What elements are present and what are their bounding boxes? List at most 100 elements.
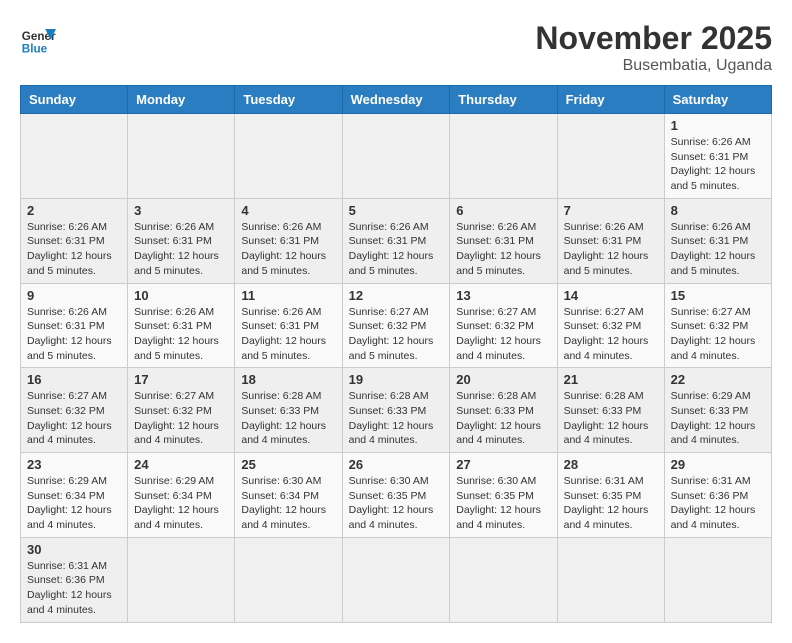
day-info: Sunrise: 6:27 AMSunset: 6:32 PMDaylight:… xyxy=(456,305,550,364)
day-info: Sunrise: 6:26 AMSunset: 6:31 PMDaylight:… xyxy=(27,220,121,279)
calendar-week-row: 2 Sunrise: 6:26 AMSunset: 6:31 PMDaylight… xyxy=(21,198,772,283)
weekday-header-monday: Monday xyxy=(128,86,235,114)
calendar-cell xyxy=(235,114,342,199)
day-number: 5 xyxy=(349,203,444,218)
day-info: Sunrise: 6:31 AMSunset: 6:36 PMDaylight:… xyxy=(671,474,765,533)
calendar-cell: 18 Sunrise: 6:28 AMSunset: 6:33 PMDayligh… xyxy=(235,368,342,453)
calendar-cell: 29 Sunrise: 6:31 AMSunset: 6:36 PMDayligh… xyxy=(664,453,771,538)
day-info: Sunrise: 6:31 AMSunset: 6:36 PMDaylight:… xyxy=(27,559,121,618)
day-number: 19 xyxy=(349,372,444,387)
day-info: Sunrise: 6:27 AMSunset: 6:32 PMDaylight:… xyxy=(134,389,228,448)
calendar-cell: 12 Sunrise: 6:27 AMSunset: 6:32 PMDayligh… xyxy=(342,283,450,368)
calendar-cell: 6 Sunrise: 6:26 AMSunset: 6:31 PMDaylight… xyxy=(450,198,557,283)
day-info: Sunrise: 6:27 AMSunset: 6:32 PMDaylight:… xyxy=(27,389,121,448)
day-number: 8 xyxy=(671,203,765,218)
calendar-cell: 19Sunrise: 6:28 AMSunset: 6:33 PMDayligh… xyxy=(342,368,450,453)
day-number: 6 xyxy=(456,203,550,218)
svg-text:Blue: Blue xyxy=(22,42,48,55)
calendar-cell: 25 Sunrise: 6:30 AMSunset: 6:34 PMDayligh… xyxy=(235,453,342,538)
day-info: Sunrise: 6:27 AMSunset: 6:32 PMDaylight:… xyxy=(349,305,444,364)
calendar-cell: 24 Sunrise: 6:29 AMSunset: 6:34 PMDayligh… xyxy=(128,453,235,538)
calendar-cell xyxy=(450,537,557,622)
calendar-cell: 5Sunrise: 6:26 AMSunset: 6:31 PMDaylight… xyxy=(342,198,450,283)
calendar-cell: 27 Sunrise: 6:30 AMSunset: 6:35 PMDayligh… xyxy=(450,453,557,538)
calendar-cell xyxy=(128,114,235,199)
weekday-header-row: SundayMondayTuesdayWednesdayThursdayFrid… xyxy=(21,86,772,114)
calendar-cell: 1 Sunrise: 6:26 AMSunset: 6:31 PMDaylight… xyxy=(664,114,771,199)
day-info: Sunrise: 6:29 AMSunset: 6:33 PMDaylight:… xyxy=(671,389,765,448)
calendar-cell xyxy=(450,114,557,199)
day-number: 28 xyxy=(564,457,658,472)
calendar-cell: 9 Sunrise: 6:26 AMSunset: 6:31 PMDaylight… xyxy=(21,283,128,368)
day-info: Sunrise: 6:29 AMSunset: 6:34 PMDaylight:… xyxy=(134,474,228,533)
calendar-cell: 15Sunrise: 6:27 AMSunset: 6:32 PMDayligh… xyxy=(664,283,771,368)
calendar-cell: 17 Sunrise: 6:27 AMSunset: 6:32 PMDayligh… xyxy=(128,368,235,453)
day-info: Sunrise: 6:30 AMSunset: 6:35 PMDaylight:… xyxy=(456,474,550,533)
calendar-cell xyxy=(557,537,664,622)
day-number: 27 xyxy=(456,457,550,472)
logo: General Blue xyxy=(20,20,56,56)
day-info: Sunrise: 6:30 AMSunset: 6:35 PMDaylight:… xyxy=(349,474,444,533)
weekday-header-tuesday: Tuesday xyxy=(235,86,342,114)
day-number: 10 xyxy=(134,288,228,303)
day-number: 4 xyxy=(241,203,335,218)
calendar-cell xyxy=(21,114,128,199)
calendar-cell xyxy=(342,114,450,199)
day-number: 20 xyxy=(456,372,550,387)
day-number: 22 xyxy=(671,372,765,387)
day-info: Sunrise: 6:26 AMSunset: 6:31 PMDaylight:… xyxy=(134,305,228,364)
weekday-header-friday: Friday xyxy=(557,86,664,114)
weekday-header-thursday: Thursday xyxy=(450,86,557,114)
day-number: 7 xyxy=(564,203,658,218)
calendar-cell xyxy=(128,537,235,622)
calendar-cell: 14Sunrise: 6:27 AMSunset: 6:32 PMDayligh… xyxy=(557,283,664,368)
calendar-cell: 23 Sunrise: 6:29 AMSunset: 6:34 PMDayligh… xyxy=(21,453,128,538)
day-info: Sunrise: 6:30 AMSunset: 6:34 PMDaylight:… xyxy=(241,474,335,533)
day-number: 30 xyxy=(27,542,121,557)
calendar-week-row: 16 Sunrise: 6:27 AMSunset: 6:32 PMDayligh… xyxy=(21,368,772,453)
calendar-week-row: 30 Sunrise: 6:31 AMSunset: 6:36 PMDayligh… xyxy=(21,537,772,622)
calendar-cell: 10 Sunrise: 6:26 AMSunset: 6:31 PMDayligh… xyxy=(128,283,235,368)
day-info: Sunrise: 6:26 AMSunset: 6:31 PMDaylight:… xyxy=(456,220,550,279)
day-info: Sunrise: 6:26 AMSunset: 6:31 PMDaylight:… xyxy=(564,220,658,279)
day-number: 18 xyxy=(241,372,335,387)
weekday-header-saturday: Saturday xyxy=(664,86,771,114)
day-info: Sunrise: 6:29 AMSunset: 6:34 PMDaylight:… xyxy=(27,474,121,533)
day-info: Sunrise: 6:31 AMSunset: 6:35 PMDaylight:… xyxy=(564,474,658,533)
day-number: 11 xyxy=(241,288,335,303)
calendar-cell xyxy=(342,537,450,622)
month-title: November 2025 xyxy=(535,20,772,57)
logo-icon: General Blue xyxy=(20,20,56,56)
day-number: 1 xyxy=(671,118,765,133)
day-info: Sunrise: 6:26 AMSunset: 6:31 PMDaylight:… xyxy=(27,305,121,364)
calendar-cell: 28 Sunrise: 6:31 AMSunset: 6:35 PMDayligh… xyxy=(557,453,664,538)
calendar-week-row: 23 Sunrise: 6:29 AMSunset: 6:34 PMDayligh… xyxy=(21,453,772,538)
day-number: 17 xyxy=(134,372,228,387)
calendar-cell: 30 Sunrise: 6:31 AMSunset: 6:36 PMDayligh… xyxy=(21,537,128,622)
calendar-cell: 26Sunrise: 6:30 AMSunset: 6:35 PMDayligh… xyxy=(342,453,450,538)
day-info: Sunrise: 6:26 AMSunset: 6:31 PMDaylight:… xyxy=(671,220,765,279)
day-number: 23 xyxy=(27,457,121,472)
page-header: General Blue November 2025 Busembatia, U… xyxy=(20,20,772,75)
day-number: 25 xyxy=(241,457,335,472)
calendar-cell: 8 Sunrise: 6:26 AMSunset: 6:31 PMDaylight… xyxy=(664,198,771,283)
calendar-cell: 13 Sunrise: 6:27 AMSunset: 6:32 PMDayligh… xyxy=(450,283,557,368)
day-number: 29 xyxy=(671,457,765,472)
day-number: 9 xyxy=(27,288,121,303)
calendar-week-row: 9 Sunrise: 6:26 AMSunset: 6:31 PMDaylight… xyxy=(21,283,772,368)
calendar-cell: 2 Sunrise: 6:26 AMSunset: 6:31 PMDaylight… xyxy=(21,198,128,283)
day-info: Sunrise: 6:28 AMSunset: 6:33 PMDaylight:… xyxy=(241,389,335,448)
calendar-cell: 3Sunrise: 6:26 AMSunset: 6:31 PMDaylight… xyxy=(128,198,235,283)
day-info: Sunrise: 6:26 AMSunset: 6:31 PMDaylight:… xyxy=(671,135,765,194)
day-number: 24 xyxy=(134,457,228,472)
location-subtitle: Busembatia, Uganda xyxy=(535,57,772,75)
calendar-cell xyxy=(235,537,342,622)
calendar-cell xyxy=(557,114,664,199)
calendar-cell: 21Sunrise: 6:28 AMSunset: 6:33 PMDayligh… xyxy=(557,368,664,453)
day-number: 12 xyxy=(349,288,444,303)
weekday-header-wednesday: Wednesday xyxy=(342,86,450,114)
day-number: 16 xyxy=(27,372,121,387)
day-number: 2 xyxy=(27,203,121,218)
day-number: 13 xyxy=(456,288,550,303)
day-number: 3 xyxy=(134,203,228,218)
